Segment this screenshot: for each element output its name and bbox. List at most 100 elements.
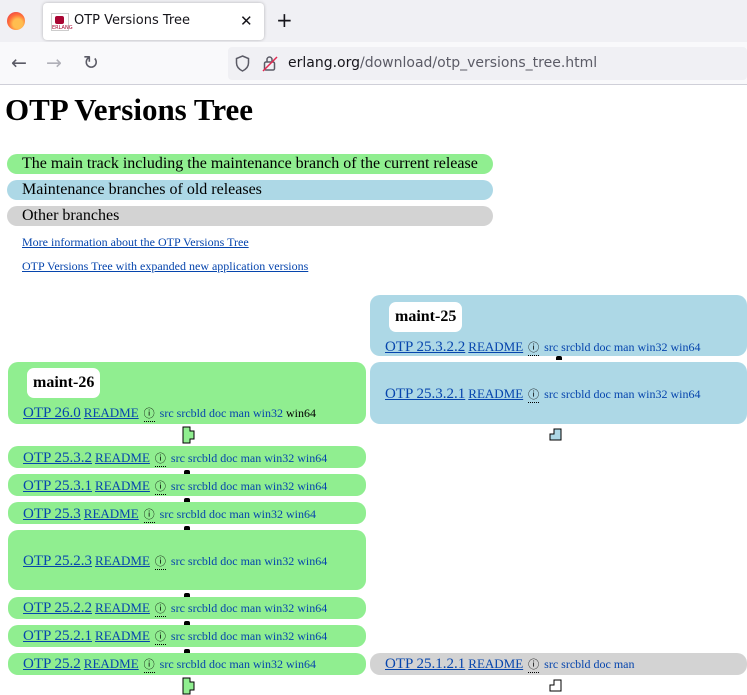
win64-link[interactable]: win64	[297, 451, 327, 465]
doc-link[interactable]: doc	[220, 554, 237, 568]
src-link[interactable]: src	[544, 387, 558, 401]
srcbld-link[interactable]: srcbld	[561, 340, 590, 354]
new-tab-icon[interactable]: +	[276, 8, 293, 32]
version-link-otp-25-3[interactable]: OTP 25.3	[23, 506, 81, 522]
readme-link[interactable]: README	[84, 506, 139, 521]
man-link[interactable]: man	[614, 340, 635, 354]
reload-icon[interactable]: ↻	[83, 52, 99, 74]
doc-link[interactable]: doc	[594, 340, 611, 354]
win32-link[interactable]: win32	[264, 554, 294, 568]
srcbld-link[interactable]: srcbld	[177, 657, 206, 671]
man-link[interactable]: man	[241, 554, 262, 568]
version-link-otp-25-2[interactable]: OTP 25.2	[23, 656, 81, 672]
win64-link[interactable]: win64	[671, 340, 701, 354]
srcbld-link[interactable]: srcbld	[177, 507, 206, 521]
version-link-otp-26-0[interactable]: OTP 26.0	[23, 405, 81, 421]
readme-link[interactable]: README	[468, 339, 523, 354]
src-link[interactable]: src	[171, 629, 185, 643]
win32-link[interactable]: win32	[264, 479, 294, 493]
srcbld-link[interactable]: srcbld	[561, 657, 590, 671]
doc-link[interactable]: doc	[209, 406, 226, 420]
doc-link[interactable]: doc	[594, 657, 611, 671]
version-link-otp-25-3-1[interactable]: OTP 25.3.1	[23, 478, 92, 494]
readme-link[interactable]: README	[95, 478, 150, 493]
doc-link[interactable]: doc	[594, 387, 611, 401]
win32-link[interactable]: win32	[264, 629, 294, 643]
src-link[interactable]: src	[544, 657, 558, 671]
win32-link[interactable]: win32	[638, 340, 668, 354]
shield-icon[interactable]	[235, 55, 250, 72]
win32-link[interactable]: win32	[638, 387, 668, 401]
version-link-otp-25-2-2[interactable]: OTP 25.2.2	[23, 600, 92, 616]
version-link-otp-25-2-3[interactable]: OTP 25.2.3	[23, 553, 92, 569]
url-text[interactable]: erlang.org/download/otp_versions_tree.ht…	[288, 55, 597, 71]
lock-warning-icon[interactable]	[262, 55, 278, 72]
win64-link[interactable]: win64	[286, 507, 316, 521]
readme-link[interactable]: README	[95, 450, 150, 465]
man-link[interactable]: man	[241, 451, 262, 465]
win32-link[interactable]: win32	[253, 406, 283, 420]
srcbld-link[interactable]: srcbld	[177, 406, 206, 420]
info-icon[interactable]: ⓘ	[154, 450, 166, 467]
src-link[interactable]: src	[171, 601, 185, 615]
win32-link[interactable]: win32	[264, 451, 294, 465]
info-icon[interactable]: ⓘ	[143, 506, 155, 523]
srcbld-link[interactable]: srcbld	[561, 387, 590, 401]
src-link[interactable]: src	[160, 657, 174, 671]
srcbld-link[interactable]: srcbld	[188, 629, 217, 643]
readme-link[interactable]: README	[95, 600, 150, 615]
src-link[interactable]: src	[171, 479, 185, 493]
win32-link[interactable]: win32	[253, 657, 283, 671]
doc-link[interactable]: doc	[209, 657, 226, 671]
forward-icon[interactable]: →	[46, 52, 62, 74]
man-link[interactable]: man	[241, 601, 262, 615]
win32-link[interactable]: win32	[253, 507, 283, 521]
src-link[interactable]: src	[171, 554, 185, 568]
doc-link[interactable]: doc	[220, 479, 237, 493]
info-icon[interactable]: ⓘ	[528, 386, 540, 403]
back-icon[interactable]: ←	[11, 52, 27, 74]
url-bar[interactable]: erlang.org/download/otp_versions_tree.ht…	[228, 47, 747, 80]
info-icon[interactable]: ⓘ	[154, 600, 166, 617]
win64-link[interactable]: win64	[286, 657, 316, 671]
info-icon[interactable]: ⓘ	[528, 339, 540, 356]
win64-link[interactable]: win64	[297, 629, 327, 643]
src-link[interactable]: src	[160, 406, 174, 420]
doc-link[interactable]: doc	[220, 629, 237, 643]
info-icon[interactable]: ⓘ	[154, 628, 166, 645]
srcbld-link[interactable]: srcbld	[188, 601, 217, 615]
info-icon[interactable]: ⓘ	[143, 656, 155, 673]
man-link[interactable]: man	[614, 387, 635, 401]
man-link[interactable]: man	[229, 657, 250, 671]
src-link[interactable]: src	[160, 507, 174, 521]
version-link-otp-25-3-2-2[interactable]: OTP 25.3.2.2	[385, 339, 465, 355]
srcbld-link[interactable]: srcbld	[188, 479, 217, 493]
version-link-otp-25-3-2[interactable]: OTP 25.3.2	[23, 450, 92, 466]
close-tab-icon[interactable]: ✕	[240, 12, 253, 30]
src-link[interactable]: src	[544, 340, 558, 354]
version-link-otp-25-1-2-1[interactable]: OTP 25.1.2.1	[385, 656, 465, 672]
man-link[interactable]: man	[241, 629, 262, 643]
src-link[interactable]: src	[171, 451, 185, 465]
readme-link[interactable]: README	[468, 656, 523, 671]
readme-link[interactable]: README	[95, 553, 150, 568]
man-link[interactable]: man	[614, 657, 635, 671]
readme-link[interactable]: README	[84, 405, 139, 420]
info-icon[interactable]: ⓘ	[528, 656, 540, 673]
readme-link[interactable]: README	[84, 656, 139, 671]
tab-otp-versions-tree[interactable]: ERLANG OTP Versions Tree ✕	[43, 3, 264, 40]
readme-link[interactable]: README	[95, 628, 150, 643]
srcbld-link[interactable]: srcbld	[188, 451, 217, 465]
srcbld-link[interactable]: srcbld	[188, 554, 217, 568]
info-icon[interactable]: ⓘ	[143, 405, 155, 422]
doc-link[interactable]: doc	[220, 451, 237, 465]
doc-link[interactable]: doc	[209, 507, 226, 521]
doc-link[interactable]: doc	[220, 601, 237, 615]
more-info-link[interactable]: More information about the OTP Versions …	[22, 235, 249, 250]
version-link-otp-25-2-1[interactable]: OTP 25.2.1	[23, 628, 92, 644]
win32-link[interactable]: win32	[264, 601, 294, 615]
win64-link[interactable]: win64	[297, 601, 327, 615]
man-link[interactable]: man	[241, 479, 262, 493]
info-icon[interactable]: ⓘ	[154, 553, 166, 570]
version-link-otp-25-3-2-1[interactable]: OTP 25.3.2.1	[385, 386, 465, 402]
